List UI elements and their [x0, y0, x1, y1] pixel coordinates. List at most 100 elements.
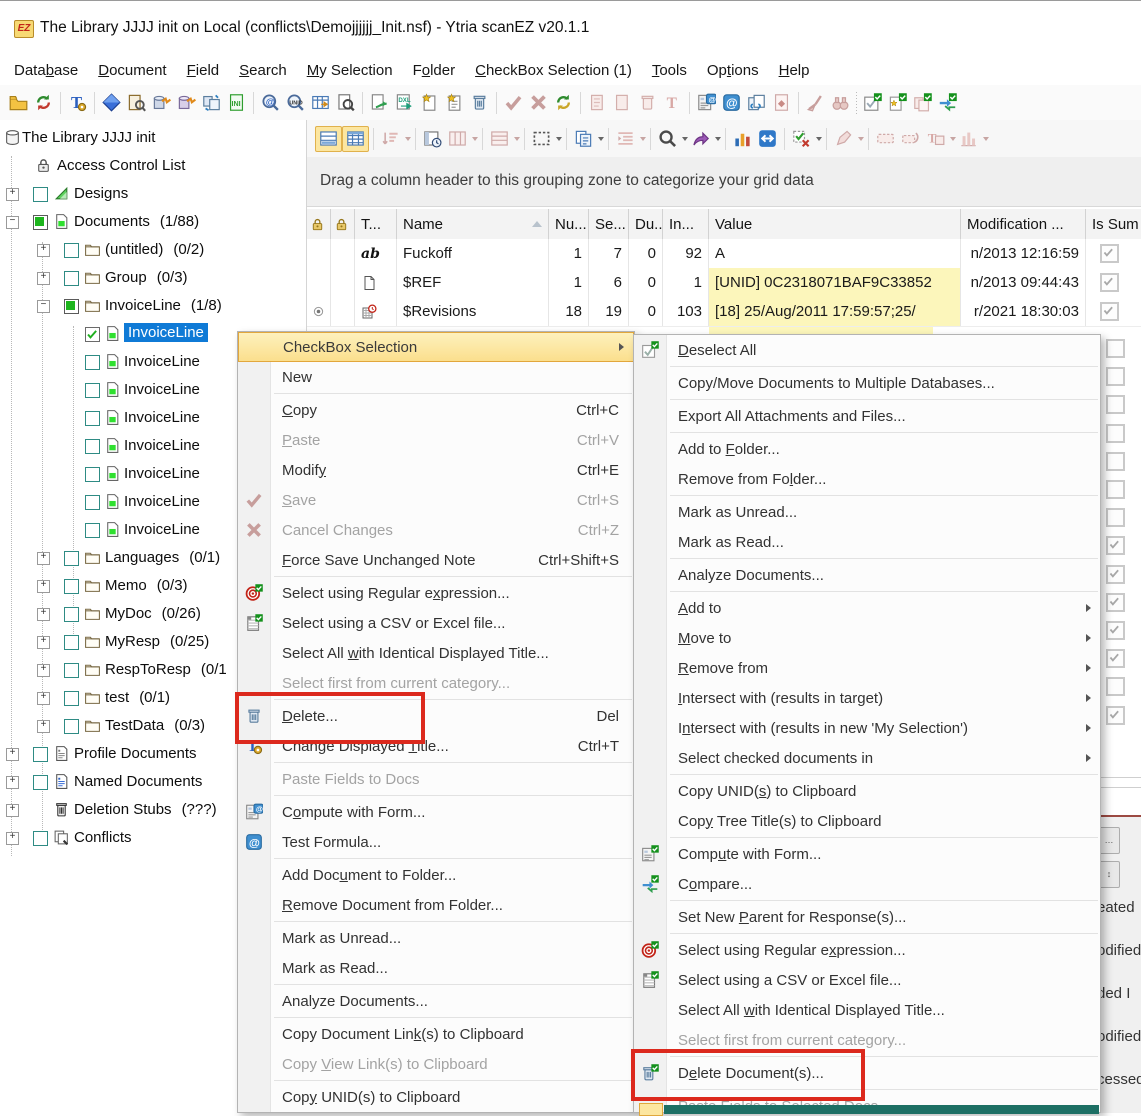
- menu-item-compute-with-form[interactable]: Compute with Form...: [634, 839, 1100, 869]
- is-summary-checkbox[interactable]: [1106, 367, 1125, 386]
- gridtoolbar-search-q-button[interactable]: [655, 127, 680, 151]
- table-row[interactable]: $REF1601[UNID] 0C2318071BAF9C33852n/2013…: [307, 268, 1141, 298]
- toolbar-binoculars-button[interactable]: [828, 91, 853, 115]
- tree-checkbox-un[interactable]: [64, 691, 79, 706]
- is-summary-checkbox[interactable]: [1106, 452, 1125, 471]
- gridtoolbar-copy-grid-button[interactable]: [571, 127, 596, 151]
- table-row[interactable]: $Revisions18190103[18] 25/Aug/2011 17:59…: [307, 297, 1141, 327]
- menu-item-modify[interactable]: ModifyCtrl+E: [238, 455, 634, 485]
- tree-checkbox-un[interactable]: [33, 747, 48, 762]
- tree-checkbox-un[interactable]: [64, 719, 79, 734]
- toolbar-at-formula-button[interactable]: @: [719, 91, 744, 115]
- is-summary-checkbox[interactable]: [1100, 244, 1119, 263]
- toolbar-copy-db-button[interactable]: [199, 91, 224, 115]
- menu-item-select-using-a-csv-or-excel-file[interactable]: Select using a CSV or Excel file...: [634, 965, 1100, 995]
- tree-checkbox-part[interactable]: [64, 299, 79, 314]
- menu-item-copy-document-link-s-to-clipboard[interactable]: Copy Document Link(s) to Clipboard: [238, 1019, 634, 1049]
- tree-item-documents[interactable]: −Documents(1/88): [0, 208, 306, 236]
- menubar-item-help[interactable]: Help: [769, 56, 820, 85]
- menu-item-select-using-a-csv-or-excel-file[interactable]: Select using a CSV or Excel file...: [238, 608, 634, 638]
- menubar-item-checkbox-selection-[interactable]: CheckBox Selection (1): [465, 56, 642, 85]
- tree-collapse-toggle[interactable]: −: [6, 216, 19, 229]
- menu-item-mark-as-unread[interactable]: Mark as Unread...: [634, 497, 1100, 527]
- menu-item-paste[interactable]: PasteCtrl+V: [238, 425, 634, 455]
- tree-checkbox-un[interactable]: [85, 467, 100, 482]
- gridtoolbar-swap-blue-button[interactable]: [755, 127, 780, 151]
- menu-item-copy[interactable]: CopyCtrl+C: [238, 395, 634, 425]
- menu-item-copy-move-documents-to-multiple-databases[interactable]: Copy/Move Documents to Multiple Database…: [634, 368, 1100, 398]
- menu-item-intersect-with-results-in-new-my-selection[interactable]: Intersect with (results in new 'My Selec…: [634, 713, 1100, 743]
- gridtoolbar-ghost-tcal-button[interactable]: T: [923, 127, 948, 151]
- menu-item-remove-from-folder[interactable]: Remove from Folder...: [634, 464, 1100, 494]
- tree-checkbox-chk[interactable]: [85, 327, 100, 342]
- menu-item-remove-from[interactable]: Remove from: [634, 653, 1100, 683]
- toolbar-search-clipboard-button[interactable]: [124, 91, 149, 115]
- menubar-item-database[interactable]: Database: [4, 56, 88, 85]
- menu-item-add-to[interactable]: Add to: [634, 593, 1100, 623]
- toolbar-copy-multi-button[interactable]: [910, 91, 935, 115]
- toolbar-dxl-export-button[interactable]: DXL: [392, 91, 417, 115]
- is-summary-checkbox[interactable]: [1106, 508, 1125, 527]
- menubar-item-options[interactable]: Options: [697, 56, 769, 85]
- tree-item-access-control-list[interactable]: Access Control List: [0, 152, 306, 180]
- toolbar-at-search-button[interactable]: @: [258, 91, 283, 115]
- menu-item-analyze-documents[interactable]: Analyze Documents...: [634, 560, 1100, 590]
- tree-checkbox-un[interactable]: [64, 663, 79, 678]
- menu-item-compute-with-form[interactable]: @Compute with Form...: [238, 797, 634, 827]
- tree-expand-toggle[interactable]: +: [6, 776, 19, 789]
- menubar-item-field[interactable]: Field: [177, 56, 230, 85]
- grid-column-header-Is Sum[interactable]: Is Sum: [1086, 209, 1141, 239]
- tree-expand-toggle[interactable]: +: [6, 832, 19, 845]
- grid-column-header-Value[interactable]: Value: [709, 209, 961, 239]
- menu-item-select-all-with-identical-displayed-title[interactable]: Select All with Identical Displayed Titl…: [634, 995, 1100, 1025]
- grid-column-header-Se...[interactable]: Se...: [589, 209, 629, 239]
- toolbar-db-zigzag2-button[interactable]: [174, 91, 199, 115]
- menubar-item-my-selection[interactable]: My Selection: [297, 56, 403, 85]
- gridtoolbar-export-purple-button[interactable]: [688, 127, 713, 151]
- tree-expand-toggle[interactable]: +: [37, 720, 50, 733]
- menu-item-copy-tree-title-s-to-clipboard[interactable]: Copy Tree Title(s) to Clipboard: [634, 806, 1100, 836]
- toolbar-ghost-title-button[interactable]: T: [660, 91, 685, 115]
- toolbar-checkbox-multi-button[interactable]: [860, 91, 885, 115]
- grid-column-header-In...[interactable]: In...: [663, 209, 709, 239]
- tree-checkbox-un[interactable]: [85, 495, 100, 510]
- menubar-item-tools[interactable]: Tools: [642, 56, 697, 85]
- is-summary-checkbox[interactable]: [1106, 621, 1125, 640]
- tree-checkbox-un[interactable]: [85, 523, 100, 538]
- tree-checkbox-un[interactable]: [64, 607, 79, 622]
- gridtoolbar-ghost-pen-button[interactable]: [831, 127, 856, 151]
- gridtoolbar-ghost-chart-button[interactable]: [956, 127, 981, 151]
- toolbar-db-zigzag-button[interactable]: [149, 91, 174, 115]
- panel-button[interactable]: …: [1098, 827, 1120, 854]
- toolbar-doc-down-button[interactable]: [769, 91, 794, 115]
- toolbar-new-form-button[interactable]: [442, 91, 467, 115]
- tree-checkbox-un[interactable]: [64, 271, 79, 286]
- is-summary-checkbox[interactable]: [1106, 480, 1125, 499]
- gridtoolbar-select-rect-button[interactable]: [529, 127, 554, 151]
- menu-item-force-save-unchanged-note[interactable]: Force Save Unchanged NoteCtrl+Shift+S: [238, 545, 634, 575]
- menu-item-export-all-attachments-and-files[interactable]: Export All Attachments and Files...: [634, 401, 1100, 431]
- menu-item-select-using-regular-expression[interactable]: Select using Regular expression...: [634, 935, 1100, 965]
- is-summary-checkbox[interactable]: [1106, 593, 1125, 612]
- menu-item-move-to[interactable]: Move to: [634, 623, 1100, 653]
- menu-item-mark-as-unread[interactable]: Mark as Unread...: [238, 923, 634, 953]
- menubar-item-folder[interactable]: Folder: [403, 56, 466, 85]
- tree-checkbox-part[interactable]: [33, 215, 48, 230]
- grid-column-header-lock[interactable]: [307, 209, 331, 239]
- menu-item-copy-view-link-s-to-clipboard[interactable]: Copy View Link(s) to Clipboard: [238, 1049, 634, 1079]
- toolbar-new-multi-button[interactable]: [885, 91, 910, 115]
- menu-item-copy-unid-s-to-clipboard[interactable]: Copy UNID(s) to Clipboard: [238, 1082, 634, 1112]
- toolbar-save-check-button[interactable]: [501, 91, 526, 115]
- tree-checkbox-un[interactable]: [33, 831, 48, 846]
- tree-checkbox-un[interactable]: [85, 355, 100, 370]
- menu-item-paste-fields-to-docs[interactable]: Paste Fields to Docs: [238, 764, 634, 794]
- menu-item-mark-as-read[interactable]: Mark as Read...: [634, 527, 1100, 557]
- menu-item-analyze-documents[interactable]: Analyze Documents...: [238, 986, 634, 1016]
- is-summary-checkbox[interactable]: [1100, 302, 1119, 321]
- grid-column-header-Modification ...[interactable]: Modification ...: [961, 209, 1086, 239]
- is-summary-checkbox[interactable]: [1106, 339, 1125, 358]
- toolbar-export-doc-button[interactable]: [367, 91, 392, 115]
- menu-item-add-to-folder[interactable]: Add to Folder...: [634, 434, 1100, 464]
- is-summary-checkbox[interactable]: [1106, 706, 1125, 725]
- tree-expand-toggle[interactable]: +: [37, 664, 50, 677]
